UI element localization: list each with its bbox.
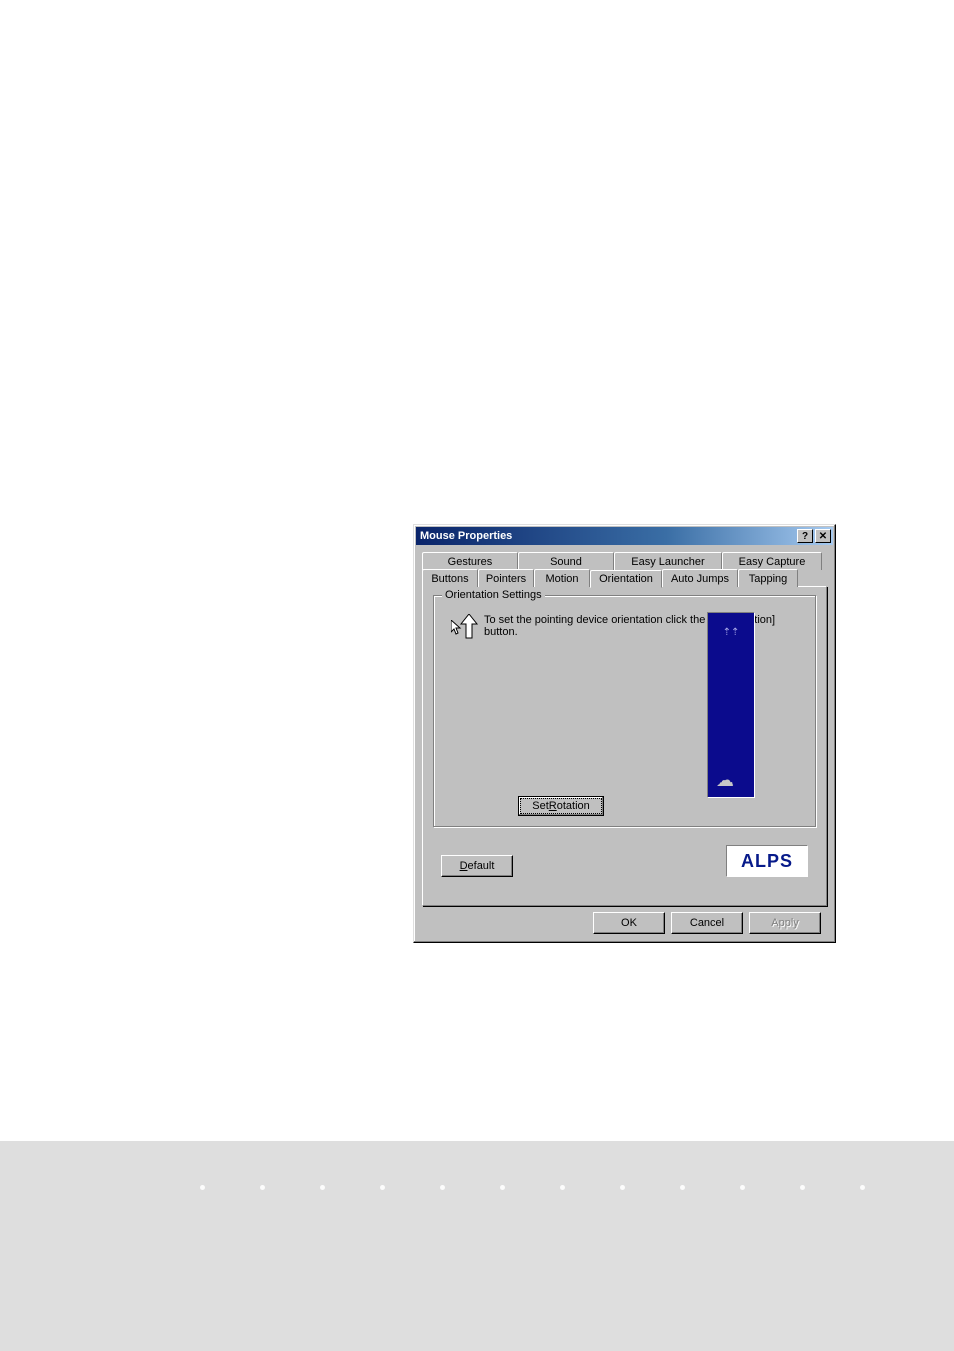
apply-button[interactable]: Apply: [749, 912, 821, 934]
alps-logo: ALPS: [726, 845, 808, 877]
mole-icon: ☁: [716, 770, 734, 791]
tab-pointers[interactable]: Pointers: [478, 569, 534, 587]
tab-tapping[interactable]: Tapping: [738, 569, 798, 587]
tab-panel-orientation: Orientation Settings: [422, 586, 827, 906]
orientation-preview: ⇡⇡ ☁: [707, 612, 755, 798]
help-button[interactable]: ?: [797, 529, 813, 543]
tab-orientation[interactable]: Orientation: [590, 570, 662, 588]
group-legend: Orientation Settings: [442, 589, 545, 601]
orientation-settings-group: Orientation Settings: [433, 595, 816, 827]
tab-auto-jumps[interactable]: Auto Jumps: [662, 569, 738, 587]
titlebar[interactable]: Mouse Properties ? ✕: [416, 527, 833, 545]
dialog-button-row: OK Cancel Apply: [593, 912, 821, 934]
orientation-arrow-icon: [446, 614, 484, 632]
default-button[interactable]: Default: [441, 855, 513, 877]
tab-buttons[interactable]: Buttons: [422, 569, 478, 587]
tab-motion[interactable]: Motion: [534, 569, 590, 587]
rocket-icon: ⇡⇡: [708, 613, 754, 638]
help-icon: ?: [802, 531, 808, 542]
cancel-button[interactable]: Cancel: [671, 912, 743, 934]
close-button[interactable]: ✕: [815, 529, 831, 543]
set-rotation-button[interactable]: Set Rotation: [518, 796, 604, 816]
close-icon: ✕: [819, 531, 827, 542]
ok-button[interactable]: OK: [593, 912, 665, 934]
orientation-description: To set the pointing device orientation c…: [484, 614, 803, 638]
tab-strip: Gestures Sound Easy Launcher Easy Captur…: [422, 551, 827, 906]
mouse-properties-dialog: Mouse Properties ? ✕ Gestures Sound Easy…: [413, 524, 836, 943]
dialog-title: Mouse Properties: [420, 530, 795, 542]
page-footer-dots: [0, 1121, 954, 1201]
